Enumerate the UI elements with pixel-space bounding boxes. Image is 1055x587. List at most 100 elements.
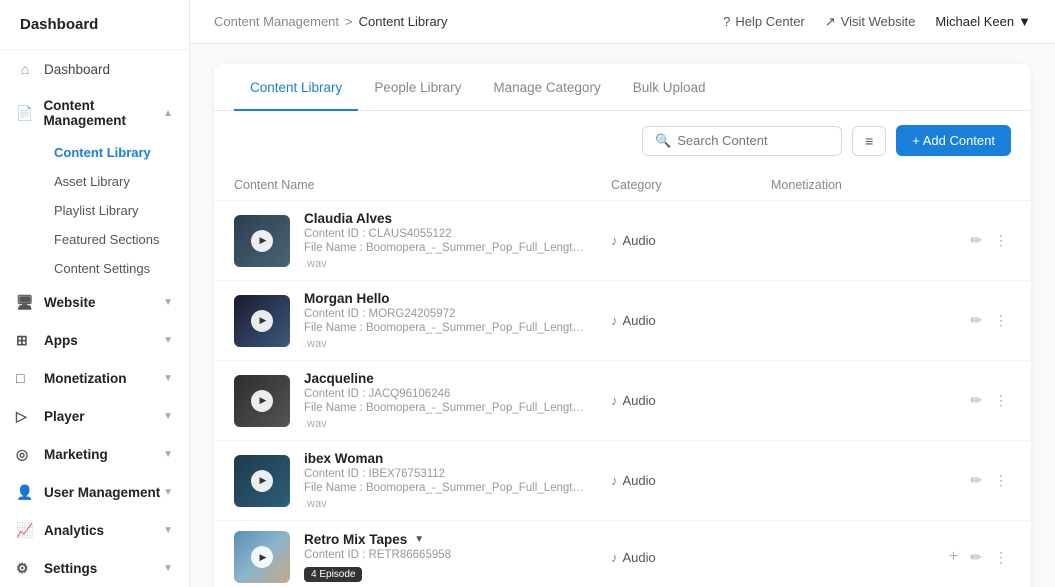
more-options-button[interactable]: ⋮ xyxy=(991,229,1011,252)
content-ext: .wav xyxy=(304,338,584,350)
more-options-button[interactable]: ⋮ xyxy=(991,546,1011,569)
more-options-button[interactable]: ⋮ xyxy=(991,469,1011,492)
play-button[interactable]: ▶ xyxy=(251,230,273,252)
content-text: Jacqueline Content ID : JACQ96106246 Fil… xyxy=(304,371,584,430)
sidebar-item-content-management[interactable]: 📄 Content Management ▲ xyxy=(0,88,189,138)
content-name: Morgan Hello xyxy=(304,291,584,306)
row-actions: ✏ ⋮ xyxy=(931,229,1011,252)
topbar: Content Management > Content Library ? H… xyxy=(190,0,1055,44)
table-row: ▶ ibex Woman Content ID : IBEX76753112 F… xyxy=(214,441,1031,521)
breadcrumb-current: Content Library xyxy=(359,14,448,29)
thumbnail[interactable]: ▶ xyxy=(234,531,290,583)
table-row: ▶ Claudia Alves Content ID : CLAUS405512… xyxy=(214,201,1031,281)
table-header: Content Name Category Monetization xyxy=(214,170,1031,201)
analytics-icon: 📈 xyxy=(16,521,34,539)
user-menu[interactable]: Michael Keen ▼ xyxy=(935,14,1031,29)
sidebar-item-playlist-library[interactable]: Playlist Library xyxy=(44,196,189,225)
visit-website-button[interactable]: ↗ Visit Website xyxy=(825,14,916,30)
sidebar-item-website[interactable]: 🖥 Website ▼ xyxy=(0,283,189,321)
search-input[interactable] xyxy=(677,133,817,148)
help-center-button[interactable]: ? Help Center xyxy=(723,14,805,29)
content-text: ibex Woman Content ID : IBEX76753112 Fil… xyxy=(304,451,584,510)
content-text: Retro Mix Tapes ▼ Content ID : RETR86665… xyxy=(304,532,451,582)
edit-button[interactable]: ✏ xyxy=(967,546,985,569)
sidebar-item-analytics[interactable]: 📈 Analytics ▼ xyxy=(0,511,189,549)
category-badge: ♪ Audio xyxy=(611,550,771,565)
chevron-down-icon: ▼ xyxy=(163,297,173,308)
website-icon: 🖥 xyxy=(16,293,34,311)
content-card: Content Library People Library Manage Ca… xyxy=(214,64,1031,587)
thumbnail[interactable]: ▶ xyxy=(234,295,290,347)
breadcrumb-parent[interactable]: Content Management xyxy=(214,14,339,29)
sidebar-label-website: Website xyxy=(44,295,96,310)
thumbnail[interactable]: ▶ xyxy=(234,455,290,507)
content-id: Content ID : JACQ96106246 xyxy=(304,388,584,400)
help-label: Help Center xyxy=(735,14,804,29)
edit-button[interactable]: ✏ xyxy=(967,229,985,252)
col-header-name: Content Name xyxy=(234,178,611,192)
play-button[interactable]: ▶ xyxy=(251,390,273,412)
col-header-actions xyxy=(931,178,1011,192)
edit-button[interactable]: ✏ xyxy=(967,389,985,412)
sidebar-item-marketing[interactable]: ◎ Marketing ▼ xyxy=(0,435,189,473)
category-label: Audio xyxy=(623,393,656,408)
edit-button[interactable]: ✏ xyxy=(967,469,985,492)
sidebar-item-dashboard[interactable]: ⌂ Dashboard xyxy=(0,50,189,88)
content-text: Morgan Hello Content ID : MORG24205972 F… xyxy=(304,291,584,350)
monetization-icon: □ xyxy=(16,369,34,387)
chevron-down-icon-analytics: ▼ xyxy=(163,525,173,536)
chevron-down-icon-monetization: ▼ xyxy=(163,373,173,384)
content-info: ▶ Morgan Hello Content ID : MORG24205972… xyxy=(234,291,611,350)
play-button[interactable]: ▶ xyxy=(251,310,273,332)
sidebar-item-content-settings[interactable]: Content Settings xyxy=(44,254,189,283)
content-ext: .wav xyxy=(304,498,584,510)
sidebar-label-monetization: Monetization xyxy=(44,371,127,386)
chevron-down-icon-usermgmt: ▼ xyxy=(163,487,173,498)
help-icon: ? xyxy=(723,14,730,29)
sidebar-item-monetization[interactable]: □ Monetization ▼ xyxy=(0,359,189,397)
content-file: File Name : Boomopera_-_Summer_Pop_Full_… xyxy=(304,322,584,334)
edit-button[interactable]: ✏ xyxy=(967,309,985,332)
more-options-button[interactable]: ⋮ xyxy=(991,389,1011,412)
content-info: ▶ Retro Mix Tapes ▼ Content ID : RETR866… xyxy=(234,531,611,583)
sidebar-item-user-management[interactable]: 👤 User Management ▼ xyxy=(0,473,189,511)
tab-content-library[interactable]: Content Library xyxy=(234,64,358,111)
filter-button[interactable]: ≡ xyxy=(852,126,886,156)
player-icon: ▷ xyxy=(16,407,34,425)
play-button[interactable]: ▶ xyxy=(251,546,273,568)
content-file: File Name : Boomopera_-_Summer_Pop_Full_… xyxy=(304,242,584,254)
row-actions: ✏ ⋮ xyxy=(931,309,1011,332)
category-label: Audio xyxy=(623,473,656,488)
tab-people-library[interactable]: People Library xyxy=(358,64,477,111)
row-actions: ✏ ⋮ xyxy=(931,469,1011,492)
sidebar-item-featured-sections[interactable]: Featured Sections xyxy=(44,225,189,254)
thumbnail[interactable]: ▶ xyxy=(234,215,290,267)
tab-manage-category[interactable]: Manage Category xyxy=(477,64,616,111)
audio-icon: ♪ xyxy=(611,473,618,488)
search-box[interactable]: 🔍 xyxy=(642,126,842,156)
col-header-category: Category xyxy=(611,178,771,192)
row-actions: ✏ ⋮ xyxy=(931,389,1011,412)
sidebar-item-content-library[interactable]: Content Library xyxy=(44,138,189,167)
table-row: ▶ Retro Mix Tapes ▼ Content ID : RETR866… xyxy=(214,521,1031,587)
add-episode-button[interactable]: + xyxy=(946,545,961,569)
breadcrumb-separator: > xyxy=(345,14,353,29)
topbar-right: ? Help Center ↗ Visit Website Michael Ke… xyxy=(723,14,1031,30)
content-info: ▶ ibex Woman Content ID : IBEX76753112 F… xyxy=(234,451,611,510)
more-options-button[interactable]: ⋮ xyxy=(991,309,1011,332)
thumbnail[interactable]: ▶ xyxy=(234,375,290,427)
sidebar-item-asset-library[interactable]: Asset Library xyxy=(44,167,189,196)
content-id: Content ID : IBEX76753112 xyxy=(304,468,584,480)
sidebar-item-settings[interactable]: ⚙ Settings ▼ xyxy=(0,549,189,587)
add-content-button[interactable]: + Add Content xyxy=(896,125,1011,156)
marketing-icon: ◎ xyxy=(16,445,34,463)
tab-bulk-upload[interactable]: Bulk Upload xyxy=(617,64,722,111)
content-name: Jacqueline xyxy=(304,371,584,386)
dropdown-arrow-icon[interactable]: ▼ xyxy=(414,534,424,545)
play-button[interactable]: ▶ xyxy=(251,470,273,492)
sidebar-label-analytics: Analytics xyxy=(44,523,104,538)
sidebar-item-apps[interactable]: ⊞ Apps ▼ xyxy=(0,321,189,359)
sidebar-item-player[interactable]: ▷ Player ▼ xyxy=(0,397,189,435)
content-name: Retro Mix Tapes xyxy=(304,532,407,547)
sidebar: Dashboard ⌂ Dashboard 📄 Content Manageme… xyxy=(0,0,190,587)
